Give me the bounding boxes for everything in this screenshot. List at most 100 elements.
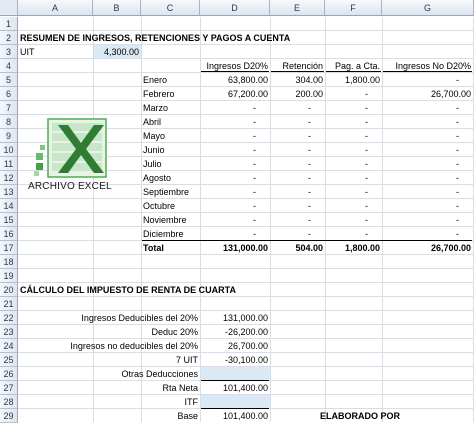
no-d20-cell[interactable]: - (382, 213, 473, 227)
no-d20-cell[interactable]: - (382, 73, 473, 87)
otras-deducciones-input[interactable] (200, 367, 270, 381)
row-header[interactable]: 20 (0, 283, 18, 297)
total-label[interactable]: Total (141, 241, 166, 255)
month-cell[interactable]: Mayo (141, 129, 167, 143)
uit-value-cell[interactable]: 4,300.00 (93, 45, 141, 59)
calc-value[interactable]: 131,000.00 (200, 311, 270, 325)
row-header[interactable]: 9 (0, 129, 18, 143)
d20-cell[interactable]: - (200, 143, 270, 157)
no-d20-cell[interactable]: - (382, 101, 473, 115)
retencion-cell[interactable]: - (270, 227, 325, 241)
calc-label[interactable]: Ingresos Deducibles del 20% (40, 311, 200, 325)
pago-cell[interactable]: - (325, 143, 382, 157)
row-header[interactable]: 7 (0, 101, 18, 115)
month-cell[interactable]: Enero (141, 73, 169, 87)
no-d20-cell[interactable]: - (382, 199, 473, 213)
pago-cell[interactable]: - (325, 199, 382, 213)
row-header[interactable]: 6 (0, 87, 18, 101)
column-header-g[interactable]: G (382, 0, 474, 16)
sheet-title[interactable]: RESUMEN DE INGRESOS, RETENCIONES Y PAGOS… (18, 31, 292, 45)
pago-cell[interactable]: - (325, 171, 382, 185)
retencion-cell[interactable]: - (270, 171, 325, 185)
no-d20-cell[interactable]: 26,700.00 (382, 87, 473, 101)
pago-cell[interactable]: - (325, 129, 382, 143)
d20-cell[interactable]: - (200, 199, 270, 213)
column-header-e[interactable]: E (270, 0, 325, 16)
month-cell[interactable]: Junio (141, 143, 167, 157)
row-header[interactable]: 1 (0, 17, 18, 31)
row-header[interactable]: 8 (0, 115, 18, 129)
row-header[interactable]: 26 (0, 367, 18, 381)
pago-cell[interactable]: - (325, 185, 382, 199)
pago-cell[interactable]: - (325, 101, 382, 115)
select-all-corner[interactable] (0, 0, 18, 16)
no-d20-cell[interactable]: - (382, 129, 473, 143)
calc-label[interactable]: 7 UIT (40, 353, 200, 367)
pago-cell[interactable]: - (325, 87, 382, 101)
d20-cell[interactable]: 67,200.00 (200, 87, 270, 101)
retencion-cell[interactable]: - (270, 115, 325, 129)
column-header-f[interactable]: F (325, 0, 382, 16)
row-header[interactable]: 14 (0, 199, 18, 213)
calc-label[interactable]: Base (40, 409, 200, 423)
calc-label[interactable]: Deduc 20% (40, 325, 200, 339)
retencion-cell[interactable]: - (270, 129, 325, 143)
d20-cell[interactable]: - (200, 227, 270, 241)
pago-cell[interactable]: - (325, 115, 382, 129)
row-header[interactable]: 27 (0, 381, 18, 395)
no-d20-cell[interactable]: - (382, 227, 473, 241)
row-header[interactable]: 3 (0, 45, 18, 59)
row-header[interactable]: 25 (0, 353, 18, 367)
month-cell[interactable]: Febrero (141, 87, 177, 101)
d20-cell[interactable]: - (200, 115, 270, 129)
retencion-cell[interactable]: - (270, 185, 325, 199)
no-d20-cell[interactable]: - (382, 185, 473, 199)
row-header[interactable]: 4 (0, 59, 18, 73)
retencion-cell[interactable]: 200.00 (270, 87, 325, 101)
calc-label[interactable]: Otras Deducciones (40, 367, 200, 381)
no-d20-cell[interactable]: - (382, 171, 473, 185)
month-cell[interactable]: Noviembre (141, 213, 189, 227)
no-d20-cell[interactable]: - (382, 115, 473, 129)
row-header[interactable]: 15 (0, 213, 18, 227)
column-header-b[interactable]: B (93, 0, 141, 16)
month-cell[interactable]: Abril (141, 115, 163, 129)
total-no-d20[interactable]: 26,700.00 (382, 241, 473, 255)
row-header[interactable]: 13 (0, 185, 18, 199)
retencion-cell[interactable]: - (270, 213, 325, 227)
total-retencion[interactable]: 504.00 (270, 241, 325, 255)
row-header[interactable]: 11 (0, 157, 18, 171)
row-header[interactable]: 2 (0, 31, 18, 45)
row-header[interactable]: 17 (0, 241, 18, 255)
retencion-cell[interactable]: - (270, 199, 325, 213)
calc-label[interactable]: ITF (40, 395, 200, 409)
total-d20[interactable]: 131,000.00 (200, 241, 270, 255)
retencion-cell[interactable]: - (270, 157, 325, 171)
d20-cell[interactable]: 63,800.00 (200, 73, 270, 87)
column-header-c[interactable]: C (141, 0, 200, 16)
d20-cell[interactable]: - (200, 185, 270, 199)
row-header[interactable]: 22 (0, 311, 18, 325)
no-d20-cell[interactable]: - (382, 157, 473, 171)
row-header[interactable]: 10 (0, 143, 18, 157)
calc-value[interactable]: 101,400.00 (200, 409, 270, 423)
pago-cell[interactable]: - (325, 213, 382, 227)
row-header[interactable]: 28 (0, 395, 18, 409)
d20-cell[interactable]: - (200, 129, 270, 143)
row-header[interactable]: 16 (0, 227, 18, 241)
calc-value[interactable]: -30,100.00 (200, 353, 270, 367)
uit-label[interactable]: UIT (18, 45, 37, 59)
total-pago[interactable]: 1,800.00 (325, 241, 382, 255)
month-cell[interactable]: Julio (141, 157, 164, 171)
row-header[interactable]: 12 (0, 171, 18, 185)
d20-cell[interactable]: - (200, 101, 270, 115)
month-cell[interactable]: Octubre (141, 199, 177, 213)
month-cell[interactable]: Marzo (141, 101, 170, 115)
elaborado-por-label[interactable]: ELABORADO POR (318, 409, 402, 423)
calc-title[interactable]: CÁLCULO DEL IMPUESTO DE RENTA DE CUARTA (18, 283, 238, 297)
no-d20-cell[interactable]: - (382, 143, 473, 157)
d20-cell[interactable]: - (200, 157, 270, 171)
calc-label[interactable]: Rta Neta (40, 381, 200, 395)
calc-label[interactable]: Ingresos no deducibles del 20% (40, 339, 200, 353)
row-header[interactable]: 5 (0, 73, 18, 87)
